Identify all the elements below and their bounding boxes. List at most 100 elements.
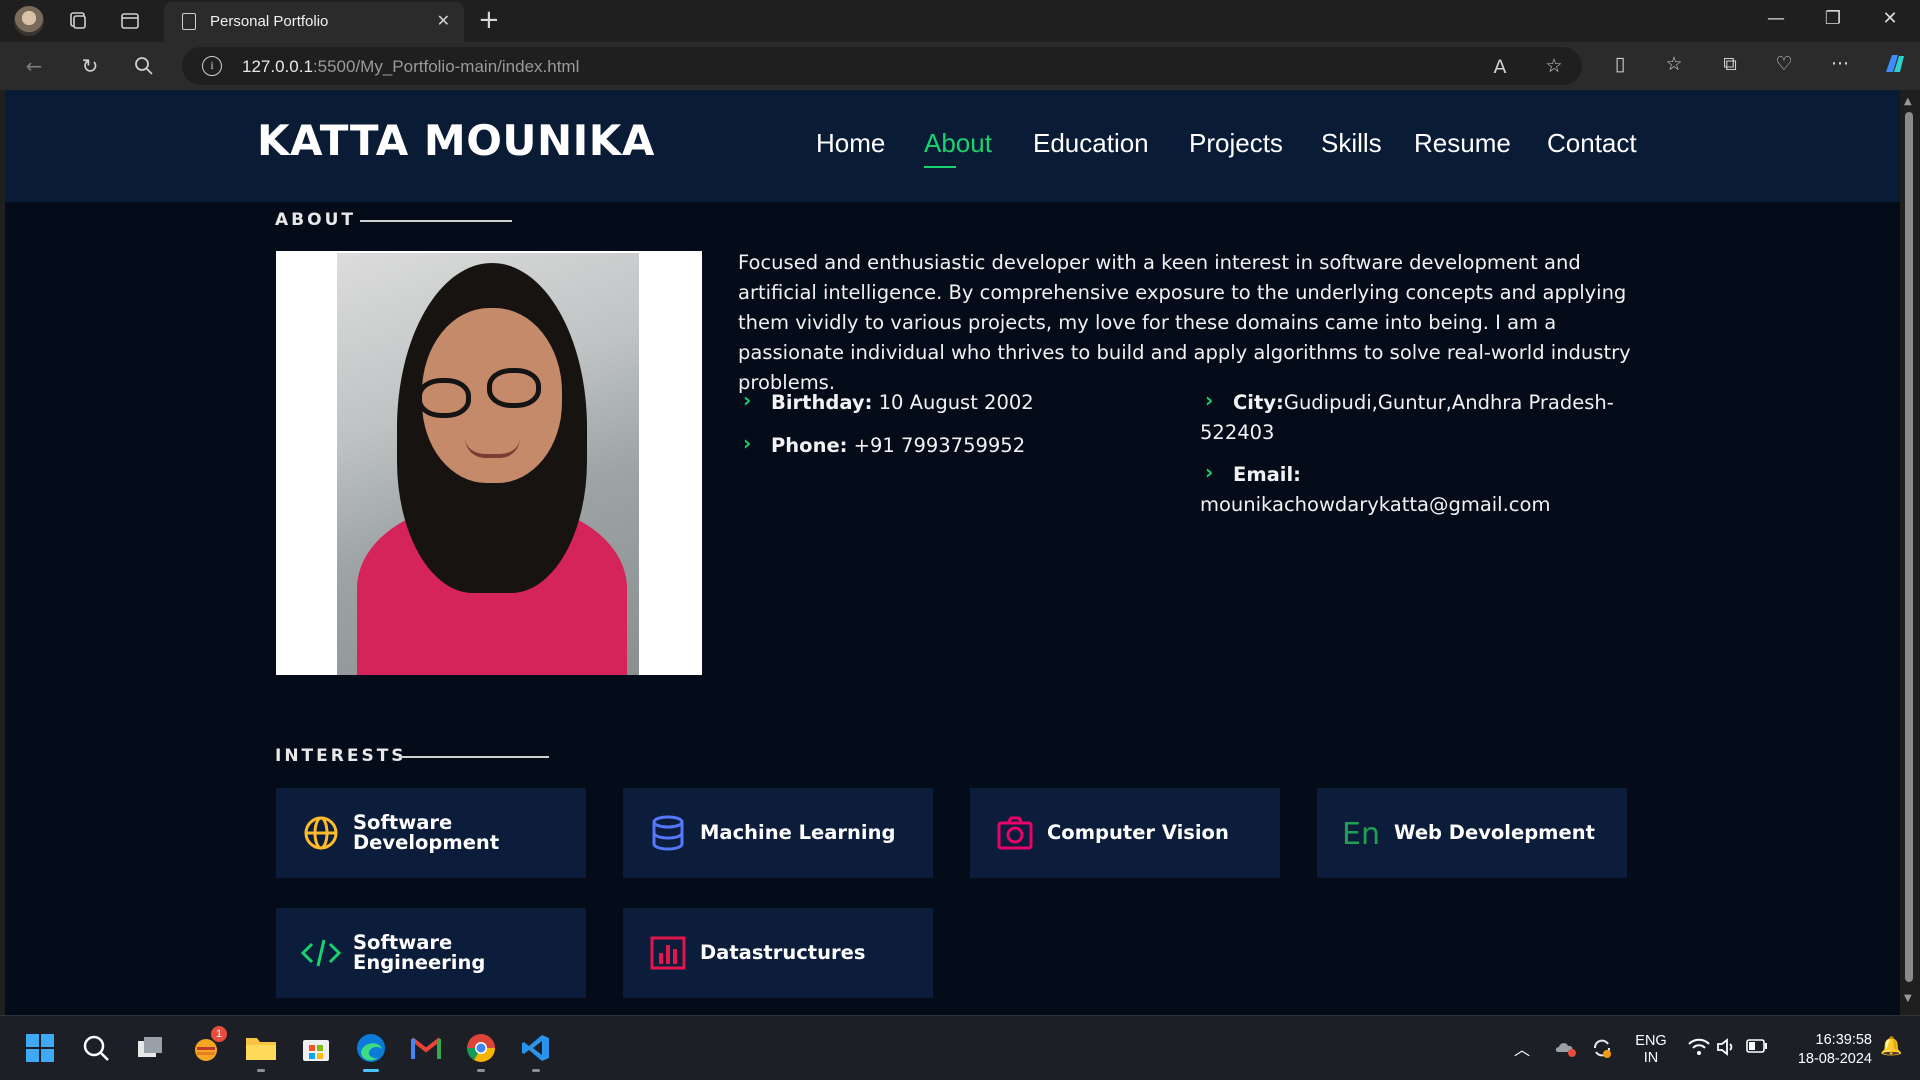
bar-chart-icon — [647, 932, 689, 974]
email-label: Email: — [1233, 463, 1301, 486]
favorites-icon[interactable]: ☆ — [1660, 53, 1688, 75]
phone-fact: Phone: +91 7993759952 — [771, 434, 1026, 457]
language-icon: En — [1341, 812, 1383, 854]
microsoft-store-icon[interactable] — [298, 1030, 334, 1066]
camera-icon — [994, 812, 1036, 854]
svg-text:En: En — [1342, 818, 1380, 848]
city-fact-line-2: 522403 — [1200, 421, 1275, 444]
email-value[interactable]: mounikachowdarykatta@gmail.com — [1200, 490, 1550, 520]
minimize-icon[interactable]: — — [1756, 8, 1796, 29]
collections-icon[interactable]: ⧉ — [1716, 53, 1744, 75]
copilot-icon[interactable] — [1880, 50, 1908, 83]
task-view-icon[interactable] — [133, 1030, 169, 1066]
scroll-thumb[interactable] — [1905, 112, 1913, 982]
language-indicator[interactable]: ENG IN — [1634, 1033, 1668, 1067]
interest-card-software-development[interactable]: Software Development — [276, 788, 586, 878]
interest-card-web-development[interactable]: En Web Devolepment — [1317, 788, 1627, 878]
globe-icon — [300, 812, 342, 854]
site-brand[interactable]: KATTA MOUNIKA — [257, 116, 655, 165]
chevron-right-icon: › — [1205, 460, 1214, 484]
address-bar[interactable]: i 127.0.0.1:5500/My_Portfolio-main/index… — [182, 47, 1582, 85]
page-scrollbar[interactable]: ▲ ▼ — [1900, 90, 1920, 1015]
interest-label: Datastructures — [700, 941, 866, 964]
nav-contact[interactable]: Contact — [1547, 128, 1637, 159]
about-intro: Focused and enthusiastic developer with … — [738, 251, 1631, 394]
read-aloud-icon[interactable]: A — [1486, 56, 1514, 78]
windows-start-icon[interactable] — [22, 1030, 58, 1066]
onedrive-icon[interactable] — [1548, 1030, 1584, 1066]
edge-browser-icon[interactable] — [353, 1030, 389, 1072]
scroll-down-icon[interactable]: ▼ — [1904, 993, 1912, 1004]
city-fact: City:Gudipudi,Guntur,Andhra Pradesh- — [1233, 391, 1614, 414]
chrome-icon[interactable] — [463, 1030, 499, 1072]
show-hidden-icons-icon[interactable]: ︿ — [1514, 1036, 1530, 1060]
site-info-icon[interactable]: i — [202, 56, 222, 76]
nav-education[interactable]: Education — [1033, 128, 1149, 159]
vertical-tabs-icon[interactable] — [118, 9, 142, 33]
chevron-right-icon: › — [1205, 388, 1214, 412]
new-tab-icon[interactable]: + — [478, 5, 500, 35]
profile-avatar[interactable] — [14, 6, 44, 36]
notifications-bell-icon[interactable]: 🔔 — [1880, 1036, 1902, 1057]
scroll-up-icon[interactable]: ▲ — [1904, 96, 1912, 107]
file-explorer-icon[interactable] — [243, 1030, 279, 1072]
interest-label-line-2: Engineering — [353, 951, 486, 974]
interest-card-machine-learning[interactable]: Machine Learning — [623, 788, 933, 878]
interest-card-software-engineering[interactable]: Software Engineering — [276, 908, 586, 998]
sync-icon[interactable] — [1584, 1030, 1620, 1066]
interest-label: Web Devolepment — [1394, 821, 1595, 844]
page-icon — [182, 13, 196, 30]
clock[interactable]: 16:39:58 18-08-2024 — [1782, 1031, 1872, 1069]
url-text: 127.0.0.1:5500/My_Portfolio-main/index.h… — [242, 57, 580, 76]
interest-card-computer-vision[interactable]: Computer Vision — [970, 788, 1280, 878]
nav-about[interactable]: About — [924, 128, 992, 159]
nav-skills[interactable]: Skills — [1321, 128, 1382, 159]
interest-label: Software — [353, 931, 453, 954]
chevron-right-icon: › — [743, 388, 752, 412]
about-section-title: ABOUT — [275, 210, 356, 230]
chevron-right-icon: › — [743, 431, 752, 455]
nav-projects[interactable]: Projects — [1189, 128, 1283, 159]
battery-icon[interactable] — [1746, 1039, 1768, 1057]
windows-taskbar: 1 ︿ ENG IN 16:39:58 18-08-2024 🔔 — [0, 1015, 1920, 1080]
gmail-icon[interactable] — [408, 1030, 444, 1066]
interest-card-datastructures[interactable]: Datastructures — [623, 908, 933, 998]
page-viewport: KATTA MOUNIKA Home About Education Proje… — [5, 90, 1900, 1015]
split-screen-icon[interactable]: ▯ — [1606, 53, 1634, 75]
refresh-icon[interactable]: ↻ — [76, 52, 104, 80]
section-title-line — [360, 220, 512, 222]
more-menu-icon[interactable]: ··· — [1826, 53, 1854, 75]
wifi-icon[interactable] — [1688, 1038, 1710, 1061]
volume-icon[interactable] — [1716, 1038, 1736, 1060]
interest-label-line-2: Development — [353, 831, 500, 854]
notification-badge: 1 — [211, 1026, 227, 1042]
back-icon[interactable]: ← — [20, 52, 48, 80]
browser-tab-strip: Personal Portfolio ✕ + — ❐ ✕ — [0, 0, 1920, 42]
close-window-icon[interactable]: ✕ — [1870, 8, 1910, 29]
section-title-line — [399, 756, 549, 758]
browser-essentials-icon[interactable]: ♡ — [1770, 53, 1798, 75]
search-icon[interactable] — [78, 1030, 114, 1066]
tab-personal-portfolio[interactable]: Personal Portfolio ✕ — [164, 2, 464, 42]
tab-title: Personal Portfolio — [210, 13, 329, 30]
interests-section-title: INTERESTS — [275, 746, 407, 766]
site-header: KATTA MOUNIKA Home About Education Proje… — [5, 90, 1900, 202]
interest-label: Computer Vision — [1047, 821, 1229, 844]
vscode-icon[interactable] — [518, 1030, 554, 1072]
interest-label: Machine Learning — [700, 821, 896, 844]
search-icon[interactable] — [130, 52, 158, 80]
nav-resume[interactable]: Resume — [1414, 128, 1511, 159]
browser-toolbar: ← ↻ i 127.0.0.1:5500/My_Portfolio-main/i… — [0, 42, 1920, 90]
workspaces-icon[interactable] — [66, 9, 90, 33]
interest-label: Software — [353, 811, 453, 834]
profile-photo — [276, 251, 702, 675]
close-tab-icon[interactable]: ✕ — [437, 11, 450, 30]
birthday-fact: Birthday: 10 August 2002 — [771, 391, 1034, 414]
favorite-star-icon[interactable]: ☆ — [1540, 55, 1568, 77]
widgets-icon[interactable]: 1 — [188, 1026, 227, 1066]
active-nav-underline — [924, 166, 956, 168]
database-icon — [647, 812, 689, 854]
nav-home[interactable]: Home — [816, 128, 885, 159]
code-icon — [300, 932, 342, 974]
restore-icon[interactable]: ❐ — [1813, 8, 1853, 29]
